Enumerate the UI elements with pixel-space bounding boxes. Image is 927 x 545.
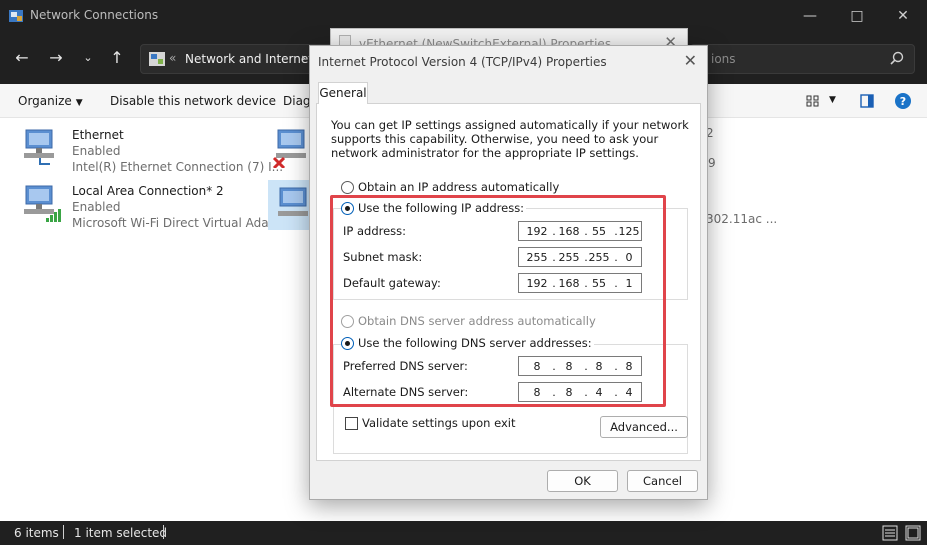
ip-auto-radio[interactable]: Obtain an IP address automatically <box>341 180 559 194</box>
validate-checkbox[interactable]: Validate settings upon exit <box>345 416 515 430</box>
view-options-icon[interactable] <box>806 92 820 110</box>
intro-text: You can get IP settings assigned automat… <box>331 118 689 160</box>
divider <box>163 525 164 539</box>
breadcrumb-chevron-icon[interactable]: › <box>301 51 306 65</box>
cancel-button[interactable]: Cancel <box>627 470 698 492</box>
status-bar: 6 items 1 item selected <box>0 521 927 545</box>
search-input[interactable]: ions <box>711 52 736 66</box>
highlight-annotation <box>330 195 666 407</box>
selection-count: 1 item selected <box>74 526 168 540</box>
organize-label: Organize <box>18 94 72 108</box>
divider <box>63 525 64 539</box>
checkbox[interactable] <box>345 416 358 430</box>
control-panel-icon <box>149 52 165 66</box>
advanced-button[interactable]: Advanced... <box>600 416 688 438</box>
list-item-ethernet[interactable]: Ethernet Enabled Intel(R) Ethernet Conne… <box>20 122 283 174</box>
minimize-icon[interactable]: — <box>787 0 833 32</box>
preview-pane-icon[interactable] <box>860 92 874 110</box>
dialog-title: Internet Protocol Version 4 (TCP/IPv4) P… <box>318 55 607 69</box>
view-caret-icon[interactable]: ▼ <box>829 95 836 105</box>
close-icon[interactable]: ✕ <box>684 51 697 70</box>
svg-text:?: ? <box>900 95 906 108</box>
item-name: Ethernet <box>72 128 124 142</box>
disable-device-button[interactable]: Disable this network device <box>110 94 276 108</box>
maximize-icon[interactable]: □ <box>834 0 880 32</box>
checkbox-label: Validate settings upon exit <box>362 416 516 430</box>
caret-down-icon: ▼ <box>75 98 83 108</box>
disabled-adapter-icon <box>272 129 306 168</box>
up-arrow-icon[interactable]: ↑ <box>105 46 129 70</box>
item-count: 6 items <box>14 526 59 540</box>
breadcrumb-network-and-internet[interactable]: Network and Internet <box>185 52 313 66</box>
ok-button[interactable]: OK <box>547 470 618 492</box>
search-icon[interactable] <box>890 51 904 65</box>
item-status: Enabled <box>72 200 121 214</box>
breadcrumb-overflow-icon[interactable]: « <box>169 51 176 65</box>
item-name: Local Area Connection* 2 <box>72 184 224 198</box>
details-view-icon[interactable] <box>882 525 898 541</box>
close-icon[interactable]: ✕ <box>880 0 926 32</box>
radio-label: Obtain an IP address automatically <box>358 180 560 194</box>
organize-button[interactable]: Organize ▼ <box>18 94 83 108</box>
network-adapter-icon <box>24 129 54 165</box>
item-device: Intel(R) Ethernet Connection (7) I... <box>72 160 284 174</box>
ipv4-properties-dialog: Internet Protocol Version 4 (TCP/IPv4) P… <box>309 45 708 500</box>
back-arrow-icon[interactable]: ← <box>10 46 34 70</box>
obscured-text: 302.11ac ... <box>706 212 778 226</box>
search-box[interactable]: ions <box>690 44 915 74</box>
radio-button[interactable] <box>341 180 354 194</box>
obscured-text: 9 <box>708 156 716 170</box>
list-item-disabled-adapter[interactable] <box>272 122 312 172</box>
help-icon[interactable]: ? <box>894 92 912 110</box>
network-folder-icon <box>9 10 23 22</box>
tiles-view-icon[interactable] <box>905 525 921 541</box>
item-device: Microsoft Wi-Fi Direct Virtual Ada... <box>72 216 281 230</box>
item-status: Enabled <box>72 144 121 158</box>
tab-general[interactable]: General <box>318 82 368 104</box>
chevron-down-icon[interactable]: ⌄ <box>76 46 100 70</box>
window-title: Network Connections <box>30 8 159 22</box>
wifi-adapter-icon <box>24 185 61 222</box>
list-item-local-area-connection-2[interactable]: Local Area Connection* 2 Enabled Microso… <box>20 178 280 230</box>
forward-arrow-icon[interactable]: → <box>44 46 68 70</box>
